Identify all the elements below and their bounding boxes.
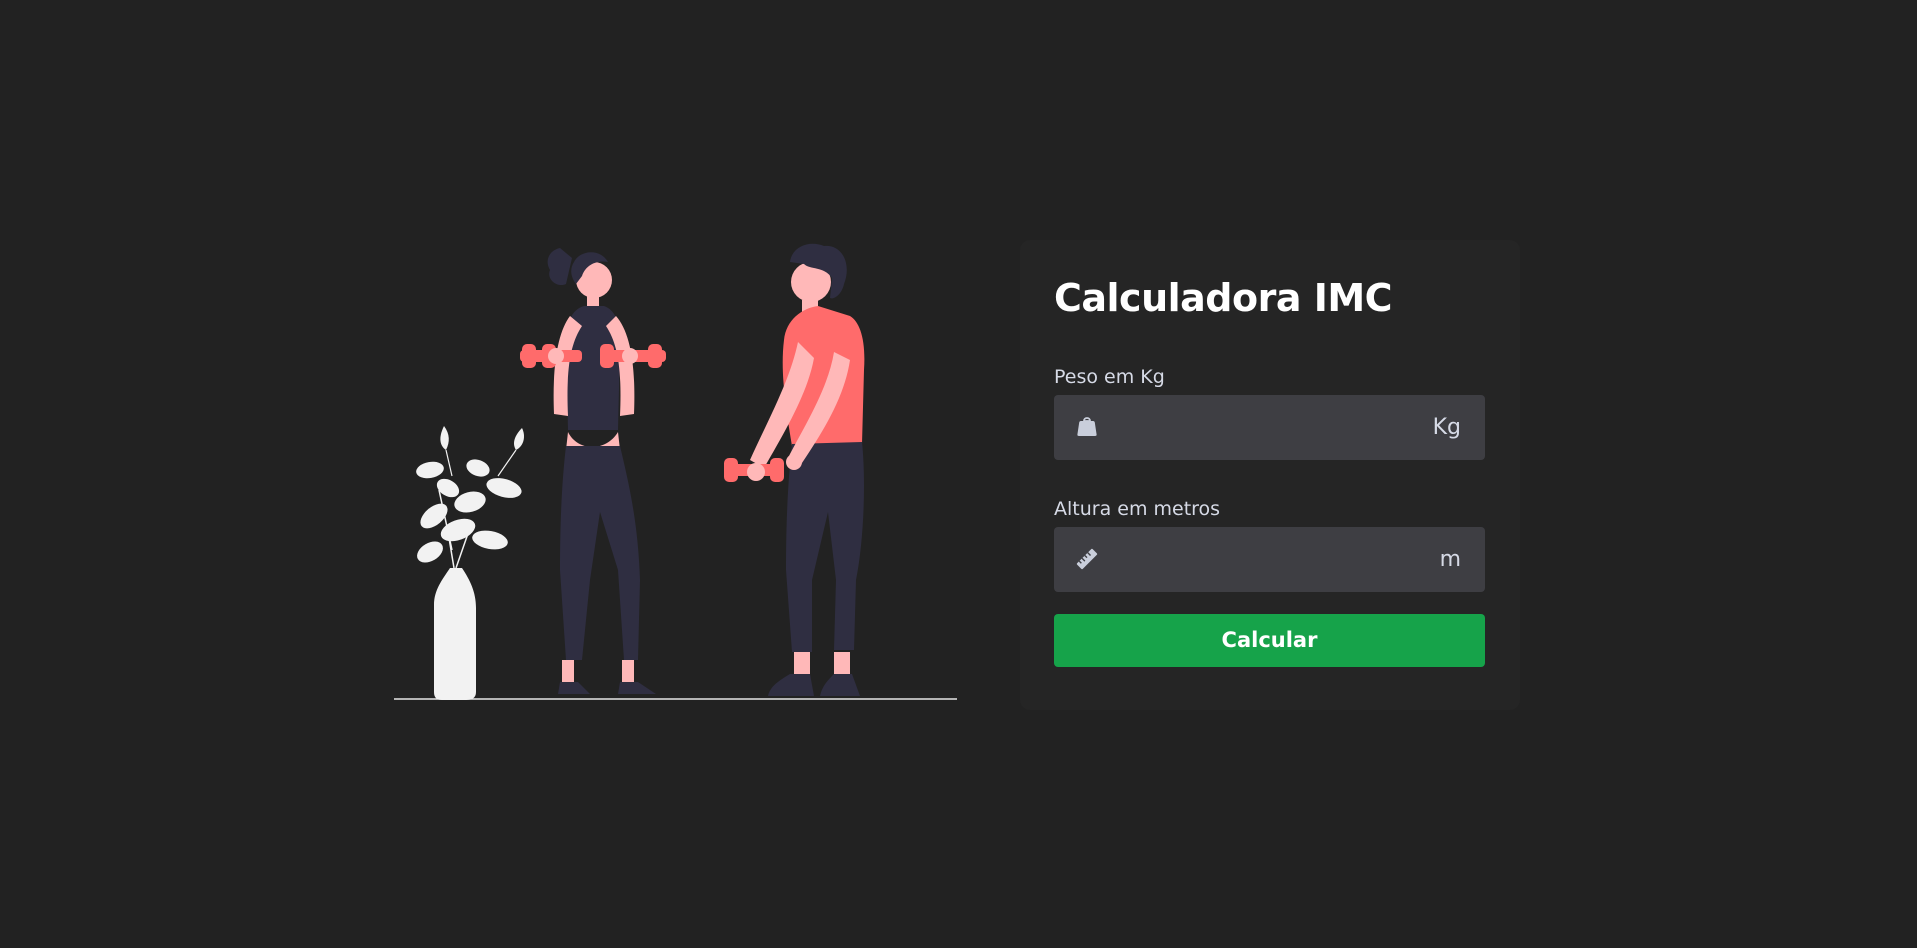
- fitness-illustration: [394, 243, 957, 700]
- page-title: Calculadora IMC: [1054, 276, 1393, 320]
- weight-icon: [1074, 414, 1100, 440]
- plant-icon: [416, 426, 524, 700]
- weight-unit: Kg: [1432, 414, 1461, 440]
- weight-input-wrapper: Kg: [1054, 394, 1485, 460]
- bmi-calculator-card: Calculadora IMC Peso em Kg Kg Altura em …: [1020, 240, 1520, 710]
- weight-input[interactable]: [1100, 394, 1433, 460]
- page: Calculadora IMC Peso em Kg Kg Altura em …: [0, 0, 1917, 948]
- weight-label: Peso em Kg: [1054, 365, 1165, 388]
- height-input-wrapper: m: [1054, 526, 1485, 592]
- ruler-icon: [1074, 546, 1100, 572]
- calculate-button[interactable]: Calcular: [1054, 613, 1485, 667]
- height-unit: m: [1439, 546, 1461, 572]
- height-label: Altura em metros: [1054, 497, 1221, 520]
- height-input[interactable]: [1100, 526, 1440, 592]
- man-figure-icon: [724, 243, 865, 696]
- woman-figure-icon: [520, 248, 666, 694]
